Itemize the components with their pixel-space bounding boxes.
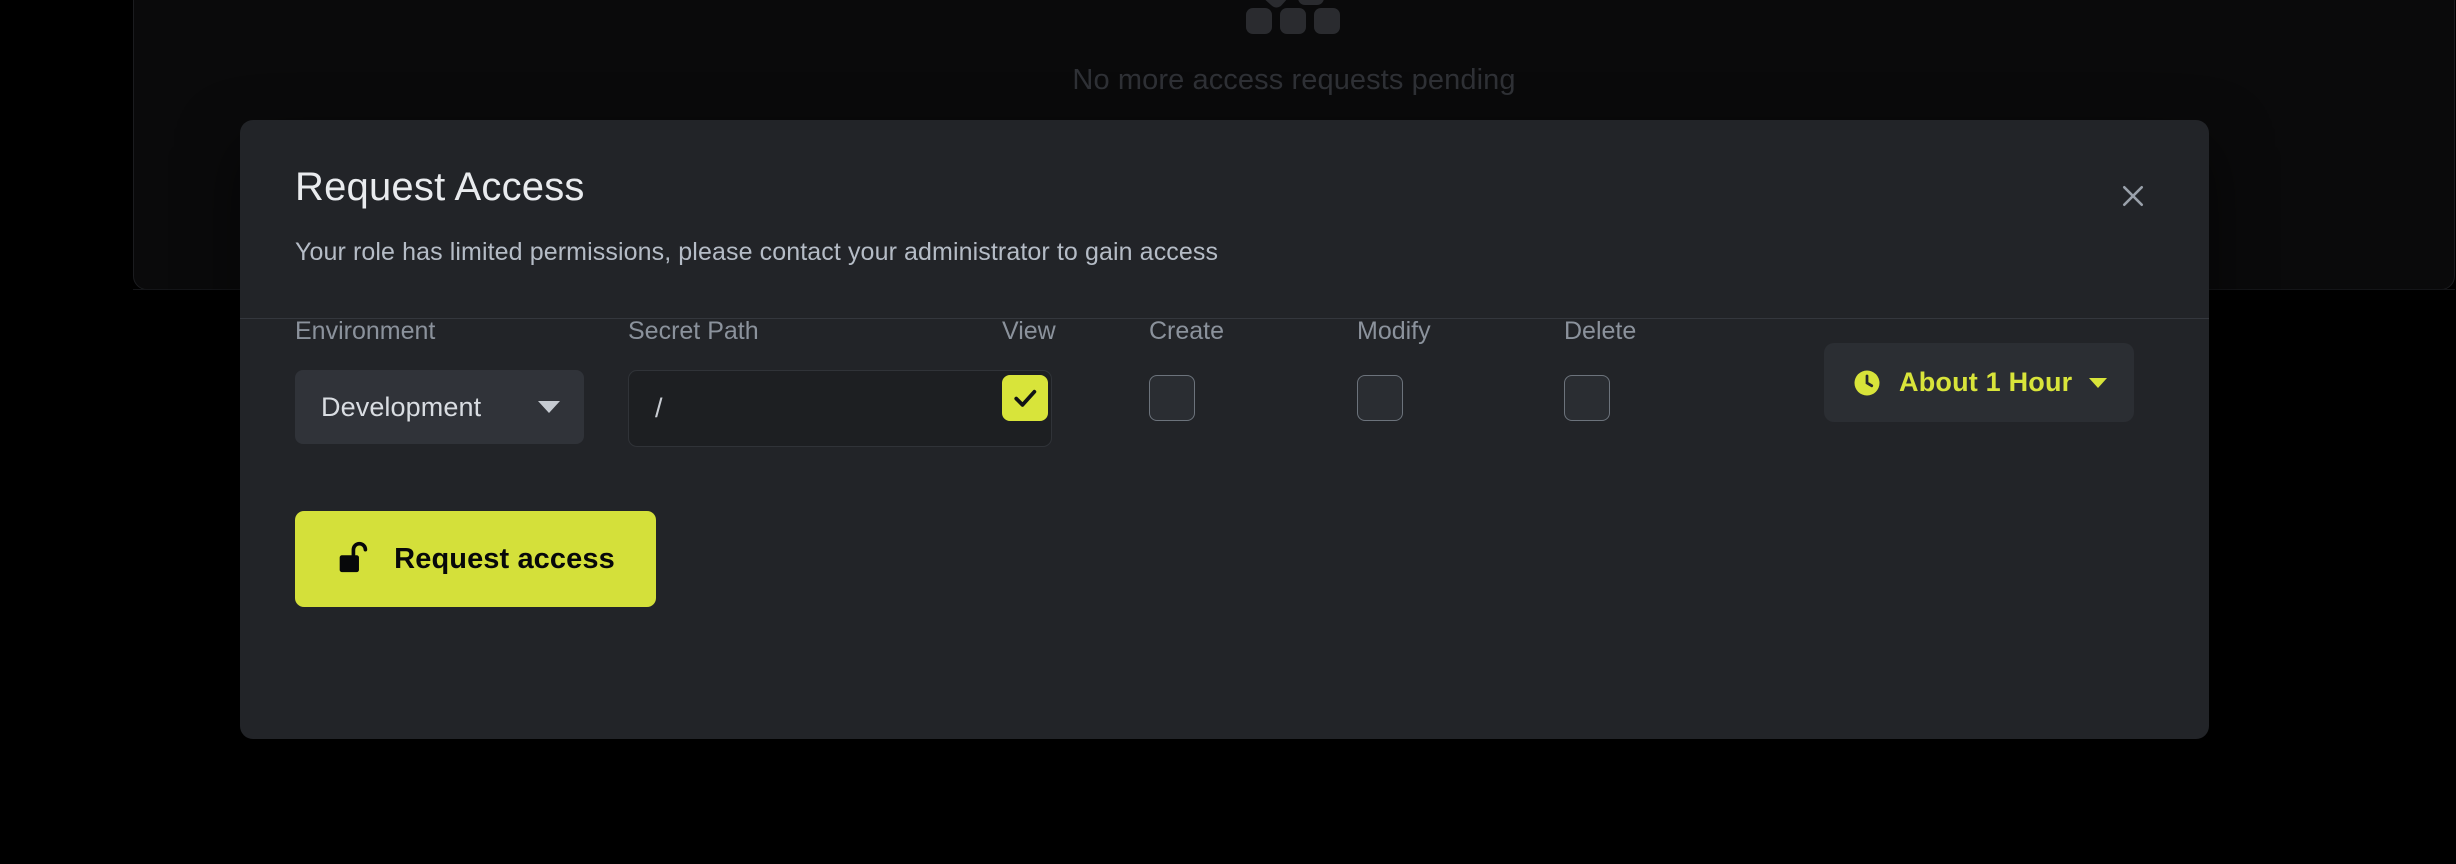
close-icon [2118, 181, 2148, 211]
modal-body: Environment Development Secret Path / Vi… [240, 319, 2209, 739]
checkbox-delete[interactable] [1564, 375, 1610, 421]
permission-modify: Modify [1357, 319, 1431, 421]
checkbox-create[interactable] [1149, 375, 1195, 421]
modal-header: Request Access Your role has limited per… [240, 120, 2209, 318]
request-access-label: Request access [394, 542, 615, 575]
empty-state-text: No more access requests pending [1072, 64, 1516, 96]
permission-delete-label: Delete [1564, 317, 1637, 345]
duration-selector[interactable]: About 1 Hour [1824, 343, 2135, 422]
permission-create: Create [1149, 319, 1224, 421]
environment-select[interactable]: Development [295, 370, 584, 444]
permission-delete: Delete [1564, 319, 1636, 421]
environment-value: Development [321, 391, 482, 422]
permission-view: View [1002, 319, 1056, 421]
chevron-down-icon [538, 401, 560, 413]
environment-label: Environment [295, 317, 436, 345]
secret-path-input[interactable]: / [628, 370, 1052, 447]
duration-value: About 1 Hour [1899, 367, 2073, 397]
clock-icon [1852, 368, 1882, 398]
environment-field: Environment Development [295, 319, 584, 444]
permission-row: Environment Development Secret Path / Vi… [295, 319, 2154, 479]
modal-subtitle: Your role has limited permissions, pleas… [295, 238, 1219, 266]
app-root: No more access requests pending Request … [0, 0, 2456, 864]
permission-create-label: Create [1149, 317, 1225, 345]
secret-path-value: / [655, 393, 663, 423]
request-access-modal: Request Access Your role has limited per… [240, 120, 2209, 739]
permission-modify-label: Modify [1357, 317, 1431, 345]
stacked-blocks-icon [1246, 0, 1342, 34]
secret-path-field: Secret Path / [628, 319, 1052, 447]
modal-title: Request Access [295, 165, 585, 209]
checkbox-view[interactable] [1002, 375, 1048, 421]
close-button[interactable] [2109, 172, 2157, 220]
checkbox-modify[interactable] [1357, 375, 1403, 421]
chevron-down-icon [2089, 377, 2108, 388]
secret-path-label: Secret Path [628, 317, 759, 345]
request-access-button[interactable]: Request access [295, 511, 656, 607]
permission-view-label: View [1002, 317, 1056, 345]
unlock-icon [336, 540, 372, 578]
